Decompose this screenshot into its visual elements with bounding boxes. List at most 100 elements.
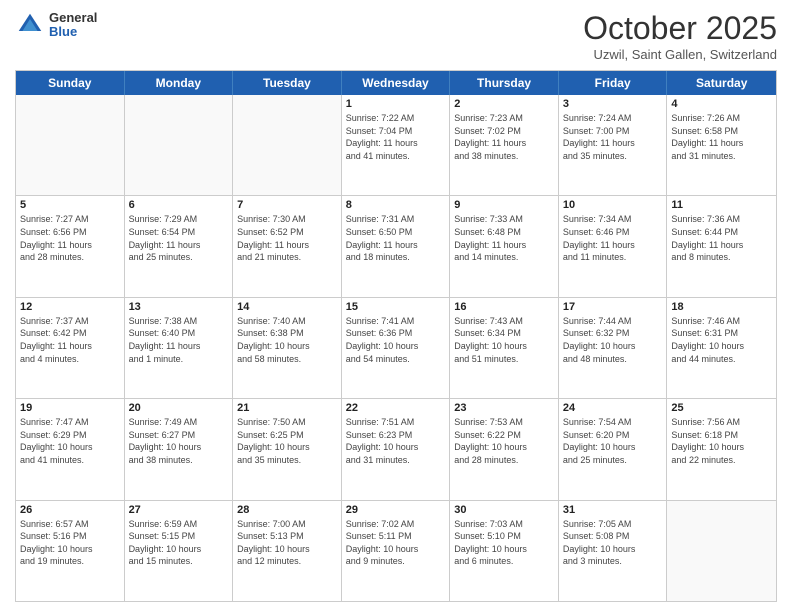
day-number: 30 [454, 504, 554, 516]
day-info: Sunrise: 6:57 AM Sunset: 5:16 PM Dayligh… [20, 518, 120, 568]
title-block: October 2025 Uzwil, Saint Gallen, Switze… [583, 10, 777, 62]
day-cell-31: 31Sunrise: 7:05 AM Sunset: 5:08 PM Dayli… [559, 501, 668, 601]
day-number: 3 [563, 98, 663, 110]
day-info: Sunrise: 7:44 AM Sunset: 6:32 PM Dayligh… [563, 315, 663, 365]
day-cell-13: 13 Sunrise: 7:38 AM Sunset: 6:40 PM Dayli… [125, 298, 234, 398]
day-number: 15 [346, 301, 446, 313]
day-info: Sunrise: 7:43 AM Sunset: 6:34 PM Dayligh… [454, 315, 554, 365]
day-info: Sunrise: 7:30 AM Sunset: 6:52 PM Dayligh… [237, 213, 337, 263]
logo-blue-text: Blue [49, 25, 97, 39]
day-number: 21 [237, 402, 337, 414]
day-cell-14: 14 Sunrise: 7:40 AM Sunset: 6:38 PM Dayli… [233, 298, 342, 398]
day-cell-27: 27 Sunrise: 6:59 AM Sunset: 5:15 PM Dayli… [125, 501, 234, 601]
day-info: Sunrise: 7:34 AM Sunset: 6:46 PM Dayligh… [563, 213, 663, 263]
day-info: Sunrise: 7:26 AM Sunset: 6:58 PM Dayligh… [671, 112, 772, 162]
day-info: Sunrise: 7:56 AM Sunset: 6:18 PM Dayligh… [671, 416, 772, 466]
day-cell-23: 23 Sunrise: 7:53 AM Sunset: 6:22 PM Dayli… [450, 399, 559, 499]
day-cell-9: 9Sunrise: 7:33 AM Sunset: 6:48 PM Daylig… [450, 196, 559, 296]
calendar-row-3: 12 Sunrise: 7:37 AM Sunset: 6:42 PM Dayli… [16, 297, 776, 398]
empty-cell [667, 501, 776, 601]
day-number: 24 [563, 402, 663, 414]
day-cell-25: 25 Sunrise: 7:56 AM Sunset: 6:18 PM Dayli… [667, 399, 776, 499]
day-info: Sunrise: 7:38 AM Sunset: 6:40 PM Dayligh… [129, 315, 229, 365]
day-number: 23 [454, 402, 554, 414]
day-number: 13 [129, 301, 229, 313]
day-info: Sunrise: 7:50 AM Sunset: 6:25 PM Dayligh… [237, 416, 337, 466]
day-info: Sunrise: 7:51 AM Sunset: 6:23 PM Dayligh… [346, 416, 446, 466]
calendar-header: SundayMondayTuesdayWednesdayThursdayFrid… [16, 71, 776, 95]
logo-text: General Blue [49, 11, 97, 40]
day-info: Sunrise: 7:47 AM Sunset: 6:29 PM Dayligh… [20, 416, 120, 466]
day-cell-11: 11 Sunrise: 7:36 AM Sunset: 6:44 PM Dayli… [667, 196, 776, 296]
day-number: 12 [20, 301, 120, 313]
empty-cell [16, 95, 125, 195]
day-number: 10 [563, 199, 663, 211]
day-info: Sunrise: 7:22 AM Sunset: 7:04 PM Dayligh… [346, 112, 446, 162]
day-info: Sunrise: 7:31 AM Sunset: 6:50 PM Dayligh… [346, 213, 446, 263]
day-number: 26 [20, 504, 120, 516]
day-cell-12: 12 Sunrise: 7:37 AM Sunset: 6:42 PM Dayli… [16, 298, 125, 398]
month-title: October 2025 [583, 10, 777, 47]
day-cell-10: 10 Sunrise: 7:34 AM Sunset: 6:46 PM Dayli… [559, 196, 668, 296]
day-cell-2: 2 Sunrise: 7:23 AM Sunset: 7:02 PM Daylig… [450, 95, 559, 195]
day-info: Sunrise: 7:03 AM Sunset: 5:10 PM Dayligh… [454, 518, 554, 568]
day-cell-1: 1Sunrise: 7:22 AM Sunset: 7:04 PM Daylig… [342, 95, 451, 195]
day-info: Sunrise: 7:36 AM Sunset: 6:44 PM Dayligh… [671, 213, 772, 263]
day-cell-5: 5 Sunrise: 7:27 AM Sunset: 6:56 PM Daylig… [16, 196, 125, 296]
day-number: 28 [237, 504, 337, 516]
day-info: Sunrise: 7:49 AM Sunset: 6:27 PM Dayligh… [129, 416, 229, 466]
day-cell-26: 26 Sunrise: 6:57 AM Sunset: 5:16 PM Dayli… [16, 501, 125, 601]
logo-icon [15, 10, 45, 40]
day-cell-3: 3Sunrise: 7:24 AM Sunset: 7:00 PM Daylig… [559, 95, 668, 195]
day-info: Sunrise: 7:37 AM Sunset: 6:42 PM Dayligh… [20, 315, 120, 365]
header-day-monday: Monday [125, 71, 234, 95]
header-day-friday: Friday [559, 71, 668, 95]
empty-cell [233, 95, 342, 195]
day-cell-28: 28Sunrise: 7:00 AM Sunset: 5:13 PM Dayli… [233, 501, 342, 601]
day-info: Sunrise: 7:53 AM Sunset: 6:22 PM Dayligh… [454, 416, 554, 466]
day-number: 11 [671, 199, 772, 211]
day-number: 20 [129, 402, 229, 414]
day-cell-4: 4 Sunrise: 7:26 AM Sunset: 6:58 PM Daylig… [667, 95, 776, 195]
day-number: 9 [454, 199, 554, 211]
header: General Blue October 2025 Uzwil, Saint G… [15, 10, 777, 62]
day-number: 19 [20, 402, 120, 414]
day-info: Sunrise: 7:23 AM Sunset: 7:02 PM Dayligh… [454, 112, 554, 162]
calendar: SundayMondayTuesdayWednesdayThursdayFrid… [15, 70, 777, 602]
calendar-row-2: 5 Sunrise: 7:27 AM Sunset: 6:56 PM Daylig… [16, 195, 776, 296]
calendar-row-5: 26 Sunrise: 6:57 AM Sunset: 5:16 PM Dayli… [16, 500, 776, 601]
day-cell-18: 18Sunrise: 7:46 AM Sunset: 6:31 PM Dayli… [667, 298, 776, 398]
calendar-body: 1Sunrise: 7:22 AM Sunset: 7:04 PM Daylig… [16, 95, 776, 601]
header-day-tuesday: Tuesday [233, 71, 342, 95]
day-number: 2 [454, 98, 554, 110]
header-day-wednesday: Wednesday [342, 71, 451, 95]
day-number: 4 [671, 98, 772, 110]
day-number: 25 [671, 402, 772, 414]
day-cell-21: 21 Sunrise: 7:50 AM Sunset: 6:25 PM Dayli… [233, 399, 342, 499]
day-info: Sunrise: 7:40 AM Sunset: 6:38 PM Dayligh… [237, 315, 337, 365]
day-info: Sunrise: 7:29 AM Sunset: 6:54 PM Dayligh… [129, 213, 229, 263]
day-number: 7 [237, 199, 337, 211]
day-cell-19: 19 Sunrise: 7:47 AM Sunset: 6:29 PM Dayli… [16, 399, 125, 499]
day-number: 14 [237, 301, 337, 313]
day-info: Sunrise: 7:27 AM Sunset: 6:56 PM Dayligh… [20, 213, 120, 263]
day-number: 18 [671, 301, 772, 313]
day-number: 31 [563, 504, 663, 516]
day-number: 29 [346, 504, 446, 516]
day-cell-8: 8Sunrise: 7:31 AM Sunset: 6:50 PM Daylig… [342, 196, 451, 296]
location: Uzwil, Saint Gallen, Switzerland [583, 47, 777, 62]
header-day-sunday: Sunday [16, 71, 125, 95]
day-cell-20: 20 Sunrise: 7:49 AM Sunset: 6:27 PM Dayli… [125, 399, 234, 499]
day-cell-30: 30 Sunrise: 7:03 AM Sunset: 5:10 PM Dayli… [450, 501, 559, 601]
day-cell-7: 7 Sunrise: 7:30 AM Sunset: 6:52 PM Daylig… [233, 196, 342, 296]
empty-cell [125, 95, 234, 195]
day-cell-16: 16Sunrise: 7:43 AM Sunset: 6:34 PM Dayli… [450, 298, 559, 398]
logo: General Blue [15, 10, 97, 40]
day-cell-22: 22 Sunrise: 7:51 AM Sunset: 6:23 PM Dayli… [342, 399, 451, 499]
day-number: 22 [346, 402, 446, 414]
day-cell-17: 17Sunrise: 7:44 AM Sunset: 6:32 PM Dayli… [559, 298, 668, 398]
day-number: 27 [129, 504, 229, 516]
page: General Blue October 2025 Uzwil, Saint G… [0, 0, 792, 612]
day-number: 5 [20, 199, 120, 211]
day-info: Sunrise: 6:59 AM Sunset: 5:15 PM Dayligh… [129, 518, 229, 568]
